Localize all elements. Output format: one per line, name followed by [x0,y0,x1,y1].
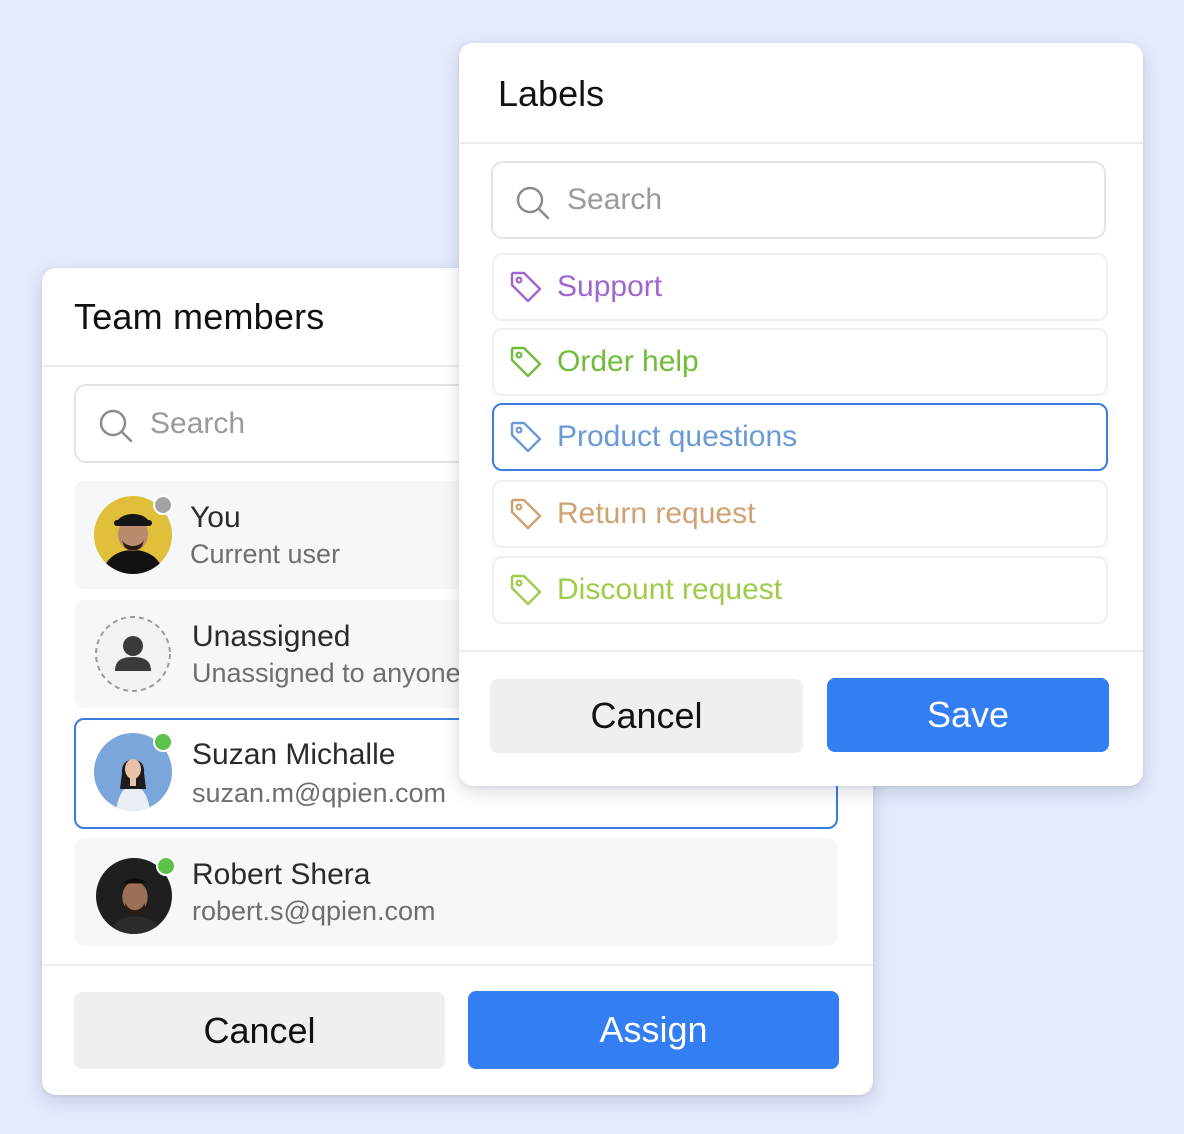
label-item-order-help[interactable]: Order help [492,328,1108,396]
tag-icon [510,498,542,530]
save-button[interactable]: Save [827,678,1109,752]
status-indicator-online [153,732,173,752]
label-item-product-questions[interactable]: Product questions [492,403,1108,471]
member-subtitle: robert.s@qpien.com [192,896,436,926]
team-members-title: Team members [74,296,325,337]
member-subtitle: suzan.m@qpien.com [192,778,447,808]
divider [459,650,1143,652]
member-name: You [190,501,241,534]
labels-search-box[interactable] [491,161,1106,239]
label-text: Discount request [557,573,783,606]
search-icon [516,186,550,220]
status-indicator-online [156,856,176,876]
search-icon [99,409,133,443]
unassigned-avatar [94,615,172,693]
member-subtitle: Current user [190,539,341,569]
labels-panel: Labels Support Order help Product questi… [459,43,1143,786]
tag-icon [510,271,542,303]
label-item-support[interactable]: Support [492,253,1108,321]
label-item-discount-request[interactable]: Discount request [492,556,1108,624]
member-subtitle: Unassigned to anyone [192,658,461,688]
status-indicator-offline [153,495,173,515]
labels-title: Labels [498,73,605,114]
label-text: Product questions [557,420,798,453]
divider [459,142,1143,144]
member-name: Robert Shera [192,858,371,891]
labels-search-input[interactable] [565,163,1094,237]
label-item-return-request[interactable]: Return request [492,480,1108,548]
tag-icon [510,346,542,378]
tag-icon [510,574,542,606]
divider [42,964,873,966]
label-text: Return request [557,497,756,530]
cancel-button[interactable]: Cancel [74,992,445,1069]
label-text: Order help [557,345,699,378]
tag-icon [510,421,542,453]
cancel-button[interactable]: Cancel [490,679,803,753]
assign-button[interactable]: Assign [468,991,839,1069]
label-text: Support [557,270,663,303]
member-name: Unassigned [192,620,351,653]
member-item-robert-shera[interactable]: Robert Shera robert.s@qpien.com [74,838,838,946]
member-name: Suzan Michalle [192,738,396,771]
